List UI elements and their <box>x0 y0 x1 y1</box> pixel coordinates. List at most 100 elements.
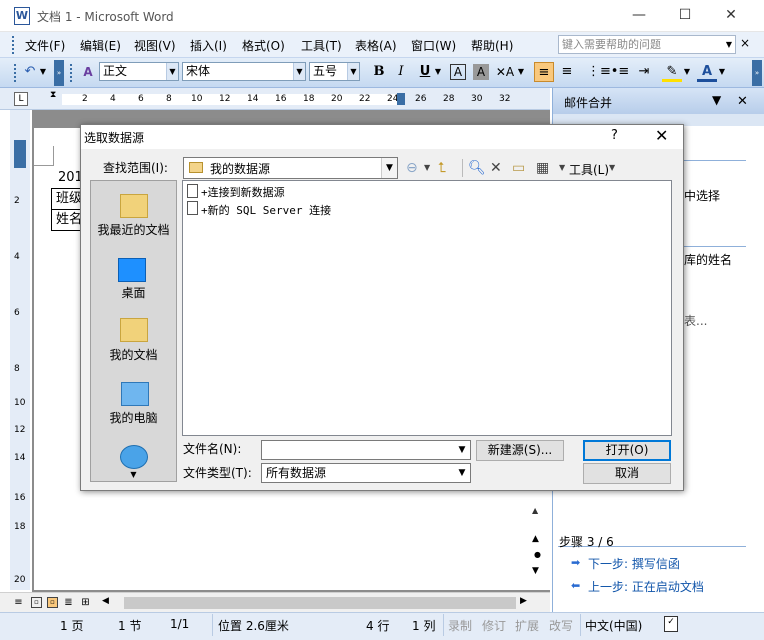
spelling-status-icon[interactable]: ✓ <box>664 616 678 632</box>
minimize-button[interactable]: — <box>616 0 662 32</box>
indent-marker-icon[interactable]: ⧗ <box>50 90 56 100</box>
place-my-documents[interactable]: 我的文档 <box>90 346 177 363</box>
menu-file[interactable]: 文件(F) <box>25 37 65 54</box>
up-one-level-icon[interactable]: ⮤ <box>438 160 446 176</box>
font-combo[interactable]: 宋体 <box>182 62 306 81</box>
help-dropdown-arrow-icon[interactable]: ▼ <box>722 35 736 54</box>
normal-view-icon[interactable]: ≡ <box>13 597 24 608</box>
place-my-computer[interactable]: 我的电脑 <box>90 409 177 426</box>
bold-button[interactable]: B <box>369 62 389 82</box>
places-scroll-down-icon[interactable]: ▼ <box>90 468 177 482</box>
tab-selector-icon[interactable]: L <box>14 92 28 106</box>
print-layout-view-icon[interactable]: ▫ <box>47 597 58 608</box>
file-name-input[interactable] <box>261 440 471 460</box>
close-document-button[interactable]: × <box>740 36 750 50</box>
reading-view-icon[interactable]: ⊞ <box>80 597 91 608</box>
scaling-dropdown-icon[interactable]: ▼ <box>516 62 526 82</box>
views-icon[interactable]: ▦ <box>536 160 549 176</box>
network-places-icon[interactable] <box>120 445 148 469</box>
toolbar-overflow-icon[interactable]: » <box>752 60 762 86</box>
file-list[interactable] <box>182 180 672 436</box>
tools-menu-button[interactable]: 工具(L) <box>569 161 609 178</box>
underline-dropdown-icon[interactable]: ▼ <box>433 62 443 82</box>
status-overtype[interactable]: 改写 <box>549 617 573 634</box>
highlight-icon[interactable]: ✎ <box>662 62 682 82</box>
highlight-dropdown-icon[interactable]: ▼ <box>682 62 692 82</box>
menu-window[interactable]: 窗口(W) <box>411 37 456 54</box>
align-justify-button[interactable]: ≡ <box>534 62 554 82</box>
place-recent-documents[interactable]: 我最近的文档 <box>90 221 177 238</box>
views-dropdown-icon[interactable]: ▼ <box>559 160 565 176</box>
table-cell-class[interactable]: 班级 <box>51 188 83 210</box>
browse-object-icon[interactable]: ● <box>534 550 541 559</box>
file-item-sql-server[interactable]: +新的 SQL Server 连接 <box>201 202 331 218</box>
next-step-link[interactable]: 下一步: 撰写信函 <box>588 555 680 572</box>
style-dropdown-icon[interactable]: ▼ <box>166 63 178 80</box>
scroll-up-icon[interactable]: ▲ <box>532 506 538 515</box>
dialog-close-button[interactable]: ✕ <box>655 126 668 145</box>
table-cell-name[interactable]: 姓名 <box>51 209 83 231</box>
character-scaling-icon[interactable]: ✕A <box>495 62 515 82</box>
help-question-input[interactable]: 键入需要帮助的问题 <box>558 35 736 54</box>
menu-tools[interactable]: 工具(T) <box>301 37 342 54</box>
file-name-dropdown-icon[interactable]: ▼ <box>454 441 470 459</box>
previous-page-icon[interactable]: ▲ <box>532 534 539 544</box>
my-computer-icon[interactable] <box>121 382 149 406</box>
font-color-button[interactable]: A <box>697 62 717 82</box>
scroll-left-icon[interactable]: ◀ <box>102 596 109 606</box>
desktop-icon[interactable] <box>118 258 146 282</box>
vertical-margin-marker[interactable] <box>14 140 26 168</box>
styles-formatting-icon[interactable]: A <box>78 62 98 82</box>
task-pane-link[interactable]: 表... <box>684 312 707 329</box>
close-window-button[interactable]: ✕ <box>708 0 754 32</box>
toolbar-grip[interactable] <box>14 64 18 82</box>
task-pane-menu-icon[interactable]: ▼ <box>712 93 721 107</box>
web-layout-view-icon[interactable]: ▫ <box>31 597 42 608</box>
dialog-help-button[interactable]: ? <box>611 128 618 143</box>
toolbar-options-icon[interactable]: » <box>54 60 64 86</box>
search-web-icon[interactable]: 🔍︎ <box>468 160 486 176</box>
recent-documents-icon[interactable] <box>120 194 148 218</box>
my-documents-icon[interactable] <box>120 318 148 342</box>
back-dropdown-icon[interactable]: ▼ <box>424 160 430 176</box>
distributed-align-icon[interactable]: ≡ <box>557 62 577 82</box>
menu-table[interactable]: 表格(A) <box>355 37 397 54</box>
status-record[interactable]: 录制 <box>448 617 472 634</box>
maximize-button[interactable]: ☐ <box>662 0 708 32</box>
new-folder-icon[interactable]: ▭ <box>512 160 525 176</box>
underline-button[interactable]: U <box>415 62 435 82</box>
tools-dropdown-icon[interactable]: ▼ <box>609 160 615 176</box>
menu-help[interactable]: 帮助(H) <box>471 37 513 54</box>
place-desktop[interactable]: 桌面 <box>90 284 177 301</box>
undo-dropdown-icon[interactable]: ▼ <box>38 62 48 82</box>
bullets-icon[interactable]: •≡ <box>610 62 630 82</box>
character-shading-icon[interactable]: A <box>473 64 489 80</box>
right-indent-marker-icon[interactable] <box>397 93 405 105</box>
vertical-ruler[interactable] <box>10 110 30 590</box>
next-page-icon[interactable]: ▼ <box>532 566 539 576</box>
scroll-right-icon[interactable]: ▶ <box>520 596 527 606</box>
menu-edit[interactable]: 编辑(E) <box>80 37 121 54</box>
cancel-button[interactable]: 取消 <box>583 463 671 484</box>
font-dropdown-icon[interactable]: ▼ <box>293 63 305 80</box>
back-icon[interactable]: ⊖ <box>406 160 418 176</box>
menu-view[interactable]: 视图(V) <box>134 37 176 54</box>
menubar-grip[interactable] <box>12 36 16 54</box>
file-type-select[interactable]: 所有数据源 <box>261 463 471 483</box>
undo-icon[interactable]: ↶ <box>20 62 40 82</box>
delete-icon[interactable]: ✕ <box>490 160 502 176</box>
outline-view-icon[interactable]: ≣ <box>63 597 74 608</box>
font-size-dropdown-icon[interactable]: ▼ <box>347 63 359 80</box>
status-extend[interactable]: 扩展 <box>515 617 539 634</box>
open-button[interactable]: 打开(O) <box>583 440 671 461</box>
status-track-changes[interactable]: 修订 <box>482 617 506 634</box>
menu-format[interactable]: 格式(O) <box>242 37 285 54</box>
indent-icon[interactable]: ⇥ <box>634 62 654 82</box>
numbering-icon[interactable]: ⋮≡ <box>587 62 611 82</box>
task-pane-close-button[interactable]: ✕ <box>737 94 748 109</box>
file-item-new-source[interactable]: +连接到新数据源 <box>201 184 285 200</box>
previous-step-link[interactable]: 上一步: 正在启动文档 <box>588 578 704 595</box>
menu-insert[interactable]: 插入(I) <box>190 37 227 54</box>
file-type-dropdown-icon[interactable]: ▼ <box>454 464 470 482</box>
font-color-dropdown-icon[interactable]: ▼ <box>717 62 727 82</box>
